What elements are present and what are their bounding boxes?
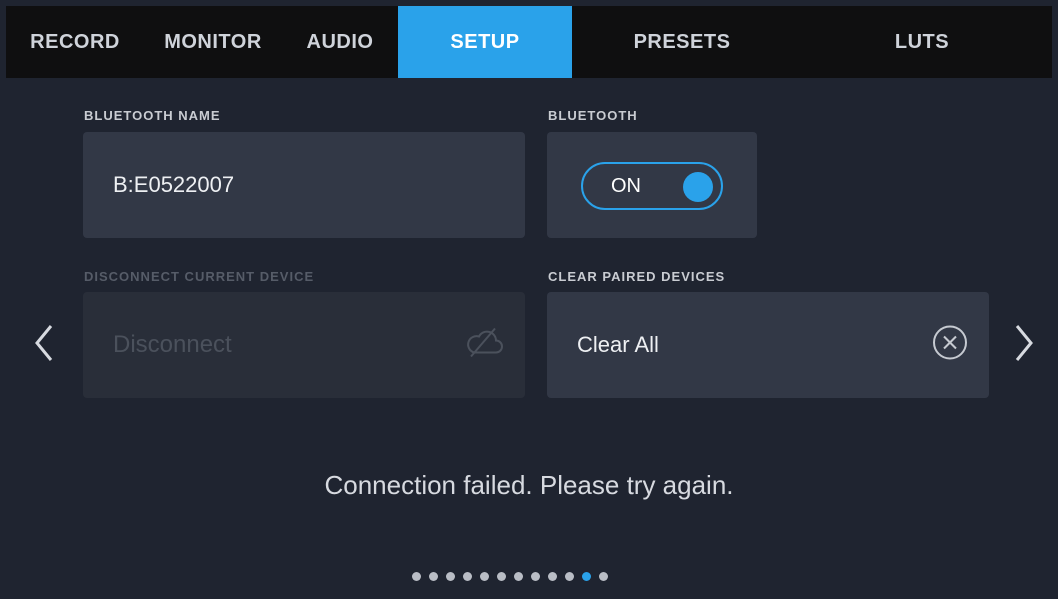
clear-all-button[interactable]: Clear All [547,292,989,398]
close-circle-icon [931,324,969,367]
tab-bar: RECORD MONITOR AUDIO SETUP PRESETS LUTS [6,6,1052,78]
bluetooth-name-label: BLUETOOTH NAME [84,108,221,123]
page-dot[interactable] [446,572,455,581]
page-dot[interactable] [531,572,540,581]
page-dot[interactable] [429,572,438,581]
bluetooth-toggle[interactable]: ON [581,162,723,210]
bluetooth-toggle-card: ON [547,132,757,238]
page-dot[interactable] [412,572,421,581]
page-dot[interactable] [463,572,472,581]
bluetooth-toggle-state: ON [611,174,641,197]
chevron-right-icon[interactable] [1014,324,1034,367]
page-dot[interactable] [480,572,489,581]
bluetooth-name-field[interactable]: B:E0522007 [83,132,525,238]
toggle-knob [683,172,713,202]
page-dot-active[interactable] [582,572,591,581]
clear-all-button-label: Clear All [577,332,659,357]
bluetooth-name-value: B:E0522007 [113,172,235,197]
cloud-off-icon [465,327,505,363]
tab-audio[interactable]: AUDIO [282,6,398,78]
tab-monitor[interactable]: MONITOR [144,6,282,78]
page-indicator [412,572,608,581]
bluetooth-label: BLUETOOTH [548,108,638,123]
page-dot[interactable] [565,572,574,581]
tab-setup[interactable]: SETUP [398,6,572,78]
tab-record[interactable]: RECORD [6,6,144,78]
clear-paired-label: CLEAR PAIRED DEVICES [548,269,726,284]
setup-screen: RECORD MONITOR AUDIO SETUP PRESETS LUTS … [6,6,1052,599]
page-dot[interactable] [497,572,506,581]
page-dot[interactable] [514,572,523,581]
tab-luts[interactable]: LUTS [792,6,1052,78]
page-dot[interactable] [548,572,557,581]
page-dot[interactable] [599,572,608,581]
tab-presets[interactable]: PRESETS [572,6,792,78]
disconnect-button-label: Disconnect [113,331,232,358]
chevron-left-icon[interactable] [34,324,54,367]
disconnect-label: DISCONNECT CURRENT DEVICE [84,269,315,284]
disconnect-button[interactable]: Disconnect [83,292,525,398]
status-message: Connection failed. Please try again. [324,470,734,500]
